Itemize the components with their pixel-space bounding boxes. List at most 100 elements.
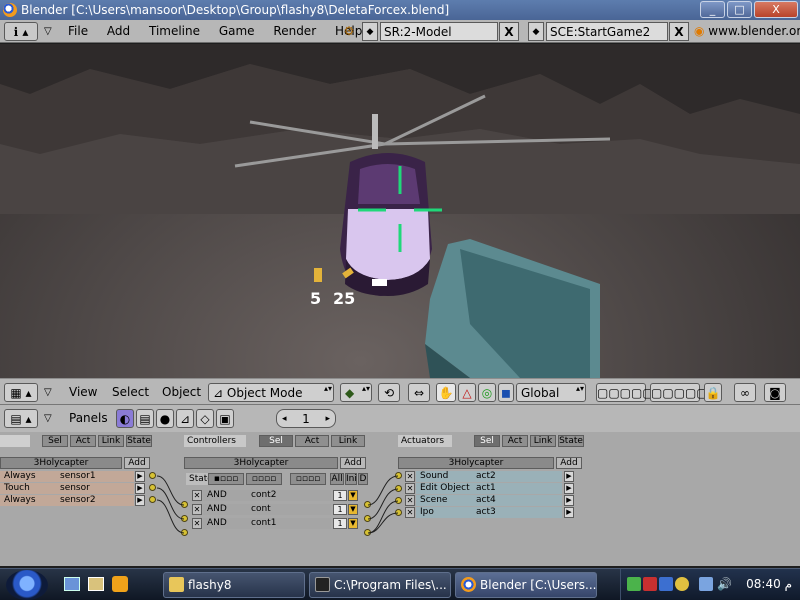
actuator-input-link-icon[interactable] <box>395 485 402 492</box>
controller-state-field[interactable]: 1 <box>333 490 347 501</box>
controller-row[interactable]: AND cont1 <box>203 518 331 529</box>
actuator-row[interactable]: Sound act2 <box>416 471 562 482</box>
state-all-button[interactable]: All <box>330 473 344 485</box>
taskbar-item-blender[interactable]: Blender [C:\Users... <box>455 572 597 598</box>
sensor-output-link-icon[interactable] <box>149 484 156 491</box>
actuators-sel-toggle[interactable]: Sel <box>474 435 500 447</box>
controller-output-link-icon[interactable] <box>364 515 371 522</box>
controller-input-link-icon[interactable] <box>181 515 188 522</box>
actuator-delete-icon[interactable]: ✕ <box>405 483 415 494</box>
logic-context-button[interactable]: ◐ <box>116 409 134 428</box>
maximize-button[interactable]: □ <box>727 1 752 18</box>
controller-expand-icon[interactable]: ▼ <box>348 504 358 515</box>
add-actuator-button[interactable]: Add <box>556 457 582 469</box>
controller-output-link-icon[interactable] <box>364 501 371 508</box>
lock-layers-button[interactable]: 🔒 <box>704 383 722 402</box>
controller-output-link-icon[interactable] <box>364 529 371 536</box>
state-bits-1[interactable]: ▪▫▫▫ <box>208 473 244 485</box>
menu-object[interactable]: Object <box>162 383 201 402</box>
actuator-expand-icon[interactable]: ▶ <box>564 495 574 506</box>
scene-name-field[interactable]: SCE:StartGame2 <box>546 22 668 41</box>
menu-render[interactable]: Render <box>273 24 316 38</box>
render-button[interactable]: ◙ <box>764 383 786 402</box>
state-bits-2[interactable]: ▫▫▫▫ <box>246 473 282 485</box>
sensor-expand-icon[interactable]: ▶ <box>135 471 145 482</box>
layers-row-1[interactable]: ▢▢▢▢▢ <box>596 383 654 402</box>
sensors-link-toggle[interactable]: Link <box>98 435 124 447</box>
actuators-link-toggle[interactable]: Link <box>530 435 556 447</box>
add-sensor-button[interactable]: Add <box>124 457 150 469</box>
rotate-manipulator-button[interactable]: ◎ <box>478 383 496 402</box>
controller-input-link-icon[interactable] <box>181 529 188 536</box>
actuator-delete-icon[interactable]: ✕ <box>405 495 415 506</box>
tray-app-icon[interactable] <box>627 577 641 591</box>
close-button[interactable]: X <box>754 1 798 18</box>
collapse-view-menu-icon[interactable]: ▽ <box>44 383 56 402</box>
sensor-expand-icon[interactable]: ▶ <box>135 495 145 506</box>
controller-state-field[interactable]: 1 <box>333 504 347 515</box>
actuator-delete-icon[interactable]: ✕ <box>405 471 415 482</box>
screen-delete-button[interactable]: X <box>499 22 519 41</box>
actuator-input-link-icon[interactable] <box>395 497 402 504</box>
volume-icon[interactable]: 🔊 <box>717 577 732 591</box>
object-context-button[interactable]: ⊿ <box>176 409 194 428</box>
actuator-input-link-icon[interactable] <box>395 509 402 516</box>
actuators-state-toggle[interactable]: State <box>558 435 584 447</box>
controller-row[interactable]: AND cont <box>203 504 331 515</box>
render-engine-icon[interactable]: ⚙ <box>340 22 358 41</box>
actuator-expand-icon[interactable]: ▶ <box>564 483 574 494</box>
sensor-row[interactable]: Always sensor2 <box>0 495 134 506</box>
frame-number-field[interactable]: ◂ 1 ▸ <box>276 409 336 428</box>
controller-expand-icon[interactable]: ▼ <box>348 490 358 501</box>
clock[interactable]: 08:40 م <box>746 577 792 591</box>
actuator-expand-icon[interactable]: ▶ <box>564 507 574 518</box>
controllers-act-toggle[interactable]: Act <box>295 435 329 447</box>
frame-right-arrow-icon[interactable]: ▸ <box>325 410 330 429</box>
state-bits-3[interactable]: ▫▫▫▫ <box>290 473 326 485</box>
sensor-row[interactable]: Touch sensor <box>0 483 134 494</box>
media-player-quicklaunch-icon[interactable] <box>112 576 128 592</box>
mode-dropdown[interactable]: ⊿ Object Mode <box>208 383 334 402</box>
sensor-expand-icon[interactable]: ▶ <box>135 483 145 494</box>
collapse-menu-icon[interactable]: ▽ <box>44 22 56 41</box>
controllers-link-toggle[interactable]: Link <box>331 435 365 447</box>
controllers-sel-toggle[interactable]: Sel <box>259 435 293 447</box>
controller-delete-icon[interactable]: ✕ <box>192 490 202 501</box>
sensor-output-link-icon[interactable] <box>149 472 156 479</box>
sensor-row[interactable]: Always sensor1 <box>0 471 134 482</box>
network-icon[interactable] <box>699 577 713 591</box>
show-desktop-icon[interactable] <box>64 577 80 591</box>
frame-left-arrow-icon[interactable]: ◂ <box>282 410 287 429</box>
sensors-act-toggle[interactable]: Act <box>70 435 96 447</box>
controller-delete-icon[interactable]: ✕ <box>192 504 202 515</box>
game-viewport[interactable]: 5 25 <box>0 44 800 378</box>
start-button[interactable] <box>6 570 48 600</box>
menu-add[interactable]: Add <box>107 24 130 38</box>
minimize-button[interactable]: _ <box>700 1 725 18</box>
screen-name-field[interactable]: SR:2-Model <box>380 22 498 41</box>
editing-context-button[interactable]: ◇ <box>196 409 214 428</box>
controller-expand-icon[interactable]: ▼ <box>348 518 358 529</box>
taskbar-item-cmd[interactable]: C:\Program Files\... <box>309 572 451 598</box>
add-controller-button[interactable]: Add <box>340 457 366 469</box>
menu-timeline[interactable]: Timeline <box>149 24 200 38</box>
actuators-act-toggle[interactable]: Act <box>502 435 528 447</box>
actuator-row[interactable]: Edit Object act1 <box>416 483 562 494</box>
pivot-button[interactable]: ⟲ <box>378 383 400 402</box>
explorer-quicklaunch-icon[interactable] <box>88 577 104 591</box>
sensors-state-toggle[interactable]: State <box>126 435 152 447</box>
scene-context-button[interactable]: ▣ <box>216 409 234 428</box>
menu-file[interactable]: File <box>68 24 88 38</box>
actuator-expand-icon[interactable]: ▶ <box>564 471 574 482</box>
orientation-dropdown[interactable]: Global <box>516 383 586 402</box>
screen-browse-button[interactable]: ◆ <box>362 22 378 41</box>
align-button[interactable]: ⇔ <box>408 383 430 402</box>
menu-game[interactable]: Game <box>219 24 255 38</box>
state-d-button[interactable]: D <box>358 473 368 485</box>
manipulator-toggle[interactable]: ✋ <box>436 383 456 402</box>
taskbar-item-flashy8[interactable]: flashy8 <box>163 572 305 598</box>
scene-browse-button[interactable]: ◆ <box>528 22 544 41</box>
actuator-row[interactable]: Scene act4 <box>416 495 562 506</box>
tray-antivirus-icon[interactable] <box>643 577 657 591</box>
controller-input-link-icon[interactable] <box>181 501 188 508</box>
